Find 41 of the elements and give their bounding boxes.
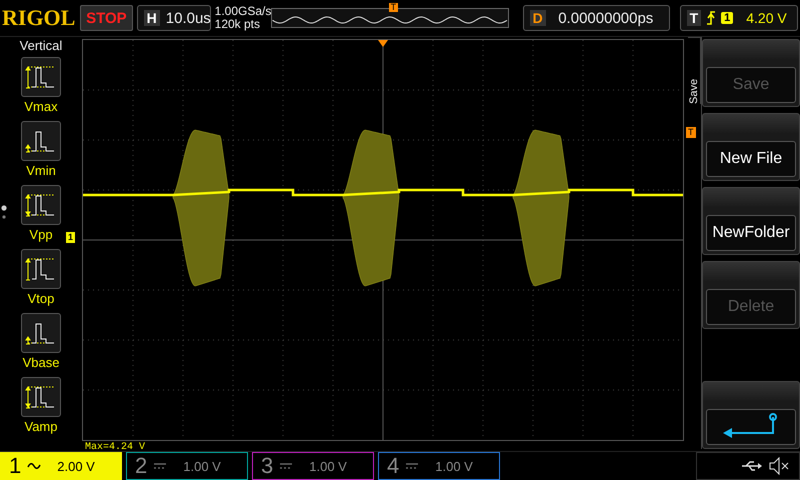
measure-label: Vtop: [28, 290, 54, 308]
measure-label: Vamp: [24, 418, 58, 436]
trigger-level-marker[interactable]: T: [686, 127, 696, 138]
waveform-overview-icon: [272, 16, 508, 24]
memory-depth: 120k pts: [214, 18, 262, 31]
measure-button[interactable]: [21, 313, 61, 353]
menu-title: Vertical: [20, 38, 62, 53]
dc-coupling-icon: [405, 461, 420, 471]
menu-button[interactable]: NewFolder: [706, 215, 796, 251]
measurement-readout: Max=4.24 V: [85, 442, 146, 453]
delay-display[interactable]: D 0.00000000ps: [522, 5, 670, 31]
trigger-position-marker: T: [388, 3, 398, 12]
channel-offset-marker[interactable]: 1: [66, 232, 76, 243]
dc-coupling-icon: [279, 461, 294, 471]
brand-logo: RIGOL: [2, 5, 76, 31]
timebase-display[interactable]: H 10.0us: [136, 5, 211, 31]
channel-tab[interactable]: 4 1.00 V: [378, 452, 500, 480]
measure-button[interactable]: [21, 185, 61, 225]
ac-coupling-icon: [27, 461, 42, 471]
menu-button[interactable]: New File: [706, 141, 796, 177]
speaker-muted-icon: [769, 457, 789, 475]
measure-label: Vmax: [24, 98, 58, 116]
usb-icon: [741, 460, 763, 472]
measure-button[interactable]: [21, 377, 61, 417]
run-stop-button[interactable]: STOP: [80, 5, 133, 31]
measure-label: Vbase: [22, 354, 60, 372]
back-button[interactable]: [706, 409, 796, 445]
channel-tab[interactable]: 3 1.00 V: [252, 452, 374, 480]
dc-coupling-icon: [153, 461, 168, 471]
channel-tab[interactable]: 1 2.00 V: [0, 452, 122, 480]
measure-button[interactable]: [21, 249, 61, 289]
page-indicator-icon: [1, 205, 7, 221]
measure-button[interactable]: [21, 121, 61, 161]
trigger-position-icon: [378, 40, 388, 47]
measure-label: Vmin: [26, 162, 56, 180]
measure-label: Vpp: [29, 226, 53, 244]
measure-button[interactable]: [21, 57, 61, 97]
trigger-display[interactable]: T 1 4.20 V: [680, 5, 798, 31]
trigger-source: 1: [721, 12, 734, 24]
channel-tab[interactable]: 2 1.00 V: [126, 452, 248, 480]
rising-edge-icon: [706, 11, 716, 25]
